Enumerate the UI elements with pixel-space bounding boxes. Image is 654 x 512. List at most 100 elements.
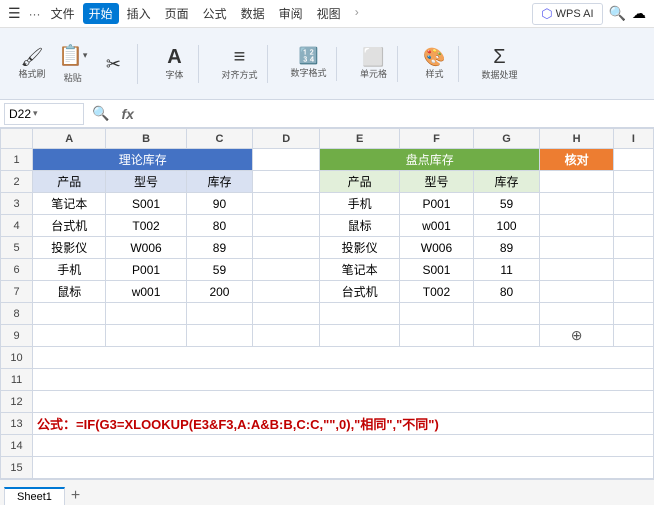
cell-a3[interactable]: 笔记本 [33, 193, 106, 215]
paste-button[interactable]: 📋 ▾ [54, 44, 91, 68]
cell-a7[interactable]: 鼠标 [33, 281, 106, 303]
cell-c4[interactable]: 80 [186, 215, 253, 237]
cell-e1[interactable]: 盘点库存 [320, 149, 540, 171]
cell-row12[interactable] [33, 391, 654, 413]
cell-h6[interactable] [540, 259, 613, 281]
cell-g4[interactable]: 100 [473, 215, 540, 237]
cell-b2[interactable]: 型号 [106, 171, 186, 193]
cell-d1[interactable] [253, 149, 320, 171]
data-processing-button[interactable]: Σ 数据处理 [477, 45, 521, 83]
cell-d6[interactable] [253, 259, 320, 281]
style-button[interactable]: 🎨 样式 [416, 46, 452, 82]
cell-d7[interactable] [253, 281, 320, 303]
col-header-f[interactable]: F [400, 129, 473, 149]
cell-d8[interactable] [253, 303, 320, 325]
cell-i9[interactable] [613, 325, 653, 347]
search-icon[interactable]: 🔍 [609, 5, 626, 22]
cell-b7[interactable]: w001 [106, 281, 186, 303]
fx-icon[interactable]: fx [117, 106, 137, 122]
cell-g3[interactable]: 59 [473, 193, 540, 215]
cell-g6[interactable]: 11 [473, 259, 540, 281]
cloud-icon[interactable]: ☁ [632, 5, 646, 22]
cell-g7[interactable]: 80 [473, 281, 540, 303]
menu-page[interactable]: 页面 [159, 3, 195, 24]
cell-a4[interactable]: 台式机 [33, 215, 106, 237]
menu-insert[interactable]: 插入 [121, 3, 157, 24]
col-header-i[interactable]: I [613, 129, 653, 149]
cell-a5[interactable]: 投影仪 [33, 237, 106, 259]
cell-b3[interactable]: S001 [106, 193, 186, 215]
cell-b8[interactable] [106, 303, 186, 325]
col-header-e[interactable]: E [320, 129, 400, 149]
cell-i7[interactable] [613, 281, 653, 303]
cell-c6[interactable]: 59 [186, 259, 253, 281]
cell-a6[interactable]: 手机 [33, 259, 106, 281]
cell-row10[interactable] [33, 347, 654, 369]
cell-d2[interactable] [253, 171, 320, 193]
zoom-icon[interactable]: 🔍 [88, 105, 113, 122]
cell-b4[interactable]: T002 [106, 215, 186, 237]
cell-e4[interactable]: 鼠标 [320, 215, 400, 237]
cell-c9[interactable] [186, 325, 253, 347]
cell-row11[interactable] [33, 369, 654, 391]
col-header-h[interactable]: H [540, 129, 613, 149]
cell-c8[interactable] [186, 303, 253, 325]
cell-i6[interactable] [613, 259, 653, 281]
cell-h8[interactable] [540, 303, 613, 325]
cell-d4[interactable] [253, 215, 320, 237]
cell-e8[interactable] [320, 303, 400, 325]
cell-e7[interactable]: 台式机 [320, 281, 400, 303]
cell-d9[interactable] [253, 325, 320, 347]
add-sheet-button[interactable]: + [67, 487, 84, 505]
menu-view[interactable]: 视图 [311, 3, 347, 24]
cell-f6[interactable]: S001 [400, 259, 473, 281]
cell-row14[interactable] [33, 435, 654, 457]
cell-e9[interactable] [320, 325, 400, 347]
cell-formula-row[interactable]: 公式：=IF(G3=XLOOKUP(E3&F3,A:A&B:B,C:C,"",0… [33, 413, 654, 435]
cell-f2[interactable]: 型号 [400, 171, 473, 193]
menu-formula[interactable]: 公式 [197, 3, 233, 24]
cell-a8[interactable] [33, 303, 106, 325]
cell-f5[interactable]: W006 [400, 237, 473, 259]
col-header-g[interactable]: G [473, 129, 540, 149]
cell-i4[interactable] [613, 215, 653, 237]
cell-f4[interactable]: w001 [400, 215, 473, 237]
cell-i3[interactable] [613, 193, 653, 215]
col-header-a[interactable]: A [33, 129, 106, 149]
cell-a2[interactable]: 产品 [33, 171, 106, 193]
number-format-button[interactable]: 🔢 数字格式 [286, 47, 330, 81]
cell-c5[interactable]: 89 [186, 237, 253, 259]
cell-h2[interactable] [540, 171, 613, 193]
cell-e2[interactable]: 产品 [320, 171, 400, 193]
font-button[interactable]: A 字体 [156, 45, 192, 83]
cell-h7[interactable] [540, 281, 613, 303]
hamburger-icon[interactable]: ☰ [8, 5, 21, 22]
cell-f7[interactable]: T002 [400, 281, 473, 303]
col-header-d[interactable]: D [253, 129, 320, 149]
cell-h5[interactable] [540, 237, 613, 259]
cell-f3[interactable]: P001 [400, 193, 473, 215]
cell-f8[interactable] [400, 303, 473, 325]
cell-f9[interactable] [400, 325, 473, 347]
wps-ai-button[interactable]: ⬡ WPS AI [532, 3, 602, 25]
cell-e6[interactable]: 笔记本 [320, 259, 400, 281]
col-header-b[interactable]: B [106, 129, 186, 149]
cell-h9[interactable]: ⊕ [540, 325, 613, 347]
dots-menu[interactable]: ··· [29, 7, 41, 21]
menu-home[interactable]: 开始 [83, 3, 119, 24]
cell-g2[interactable]: 库存 [473, 171, 540, 193]
align-button[interactable]: ≡ 对齐方式 [217, 45, 261, 83]
col-header-c[interactable]: C [186, 129, 253, 149]
cell-i8[interactable] [613, 303, 653, 325]
cell-h3[interactable] [540, 193, 613, 215]
menu-file[interactable]: 文件 [45, 3, 81, 24]
cells-button[interactable]: ⬜ 单元格 [355, 46, 391, 82]
menu-more[interactable]: › [349, 3, 365, 24]
cell-h4[interactable] [540, 215, 613, 237]
cell-c3[interactable]: 90 [186, 193, 253, 215]
cell-b6[interactable]: P001 [106, 259, 186, 281]
cell-row15[interactable] [33, 457, 654, 479]
cell-e3[interactable]: 手机 [320, 193, 400, 215]
cell-b9[interactable] [106, 325, 186, 347]
formula-input[interactable] [142, 107, 650, 121]
